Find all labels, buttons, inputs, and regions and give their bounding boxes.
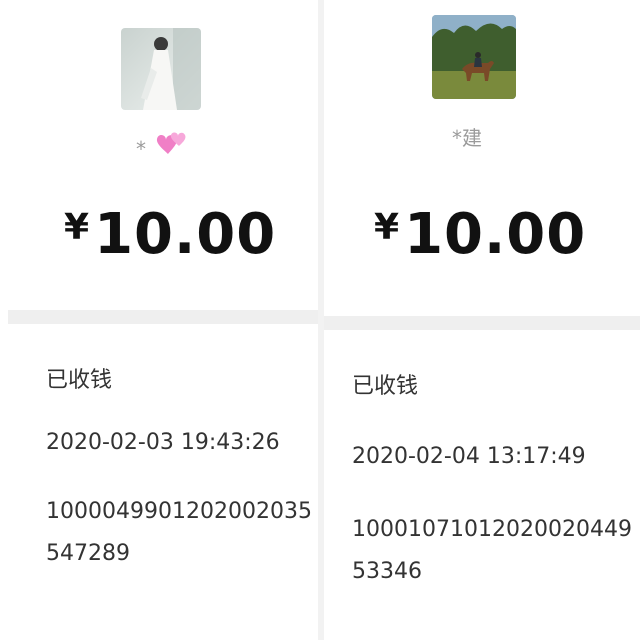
payment-time: 2020-02-03 19:43:26 [46, 430, 280, 455]
hearts-icon [152, 128, 192, 167]
currency-symbol: ¥ [374, 207, 401, 248]
currency-symbol: ¥ [64, 207, 91, 248]
transaction-id: 1000049901202002035547289 [46, 499, 312, 566]
avatar [432, 15, 516, 99]
payment-amount: ¥10.00 [64, 202, 276, 267]
payment-panel-left: * ¥10.00 已收钱 2020-02-03 19:43:26 1000049… [0, 0, 318, 640]
section-separator [8, 310, 318, 324]
payment-time: 2020-02-04 13:17:49 [352, 444, 586, 469]
payment-amount: ¥10.00 [374, 202, 586, 267]
payment-status: 已收钱 [46, 368, 113, 393]
section-separator [324, 316, 640, 330]
payment-status: 已收钱 [352, 374, 419, 399]
amount-value: 10.00 [94, 202, 277, 267]
amount-value: 10.00 [404, 202, 587, 267]
payer-name: * [136, 128, 192, 167]
transaction-id: 1000107101202002044953346 [352, 517, 632, 584]
payer-name: *建 [452, 126, 482, 150]
avatar [121, 28, 201, 110]
payment-panel-right: *建 ¥10.00 已收钱 2020-02-04 13:17:49 100010… [324, 0, 640, 640]
